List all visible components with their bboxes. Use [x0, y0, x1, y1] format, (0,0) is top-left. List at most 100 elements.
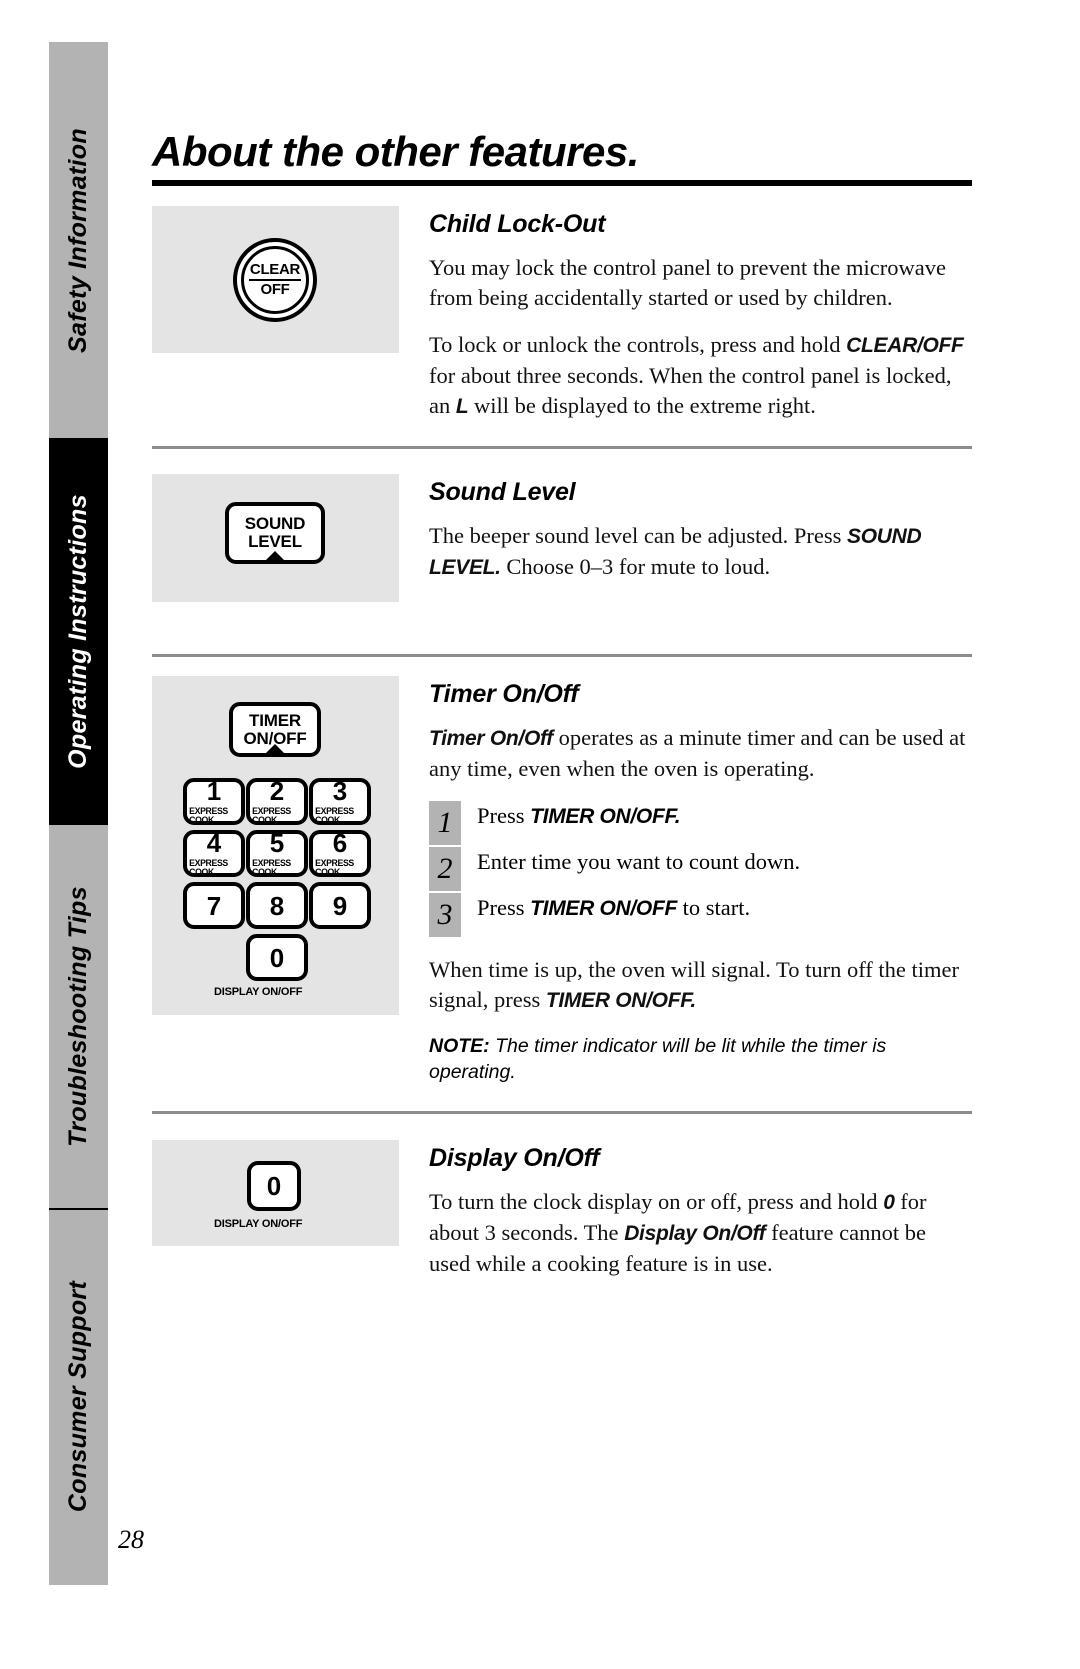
display-paragraph-1: To turn the clock display on or off, pre… [429, 1187, 972, 1279]
key-number: 1 [206, 775, 222, 806]
section-divider-1 [152, 446, 972, 449]
key-sublabel: EXPRESS COOK [189, 857, 228, 878]
section-heading: Sound Level [429, 478, 576, 506]
section-heading: Display On/Off [429, 1144, 600, 1172]
sound-label: SOUND [244, 514, 306, 534]
timer-on-off-button-icon: TIMER ON/OFF [229, 702, 321, 757]
text-fragment: Enter time you want to count down. [477, 849, 801, 874]
timer-after-paragraph: When time is up, the oven will signal. T… [429, 955, 972, 1016]
step-item: 2 Enter time you want to count down. [429, 847, 972, 891]
sidebar-tab-label: Consumer Support [64, 1280, 93, 1513]
clear-label: CLEAR [248, 262, 302, 281]
text-fragment: Choose 0–3 for mute to loud. [500, 554, 771, 579]
text-fragment: To turn the clock display on or off, pre… [429, 1189, 884, 1214]
sidebar-tab-troubleshooting-tips[interactable]: Troubleshooting Tips [49, 825, 108, 1208]
key-number: 9 [332, 890, 348, 921]
keypad-key-0: 0 [246, 934, 308, 981]
keypad-key-8: 8 [246, 882, 308, 929]
button-reference-timer-on-off: Timer On/Off [429, 727, 553, 750]
step-number: 3 [429, 893, 461, 937]
sidebar-tab-safety-information[interactable]: Safety Information [49, 42, 108, 438]
timer-steps-list: 1 Press TIMER ON/OFF. 2 Enter time you w… [429, 801, 972, 937]
button-reference-timer-on-off: TIMER ON/OFF. [545, 989, 696, 1012]
sidebar-tabs: Safety Information Operating Instruction… [49, 42, 108, 1585]
step-number: 1 [429, 801, 461, 845]
key-number: 8 [269, 890, 285, 921]
step-item: 3 Press TIMER ON/OFF to start. [429, 893, 972, 937]
text-fragment: The beeper sound level can be adjusted. … [429, 523, 847, 548]
key-sublabel: EXPRESS COOK [252, 805, 291, 826]
display-on-off-artwork: 0 DISPLAY ON/OFF [152, 1140, 399, 1246]
triangle-notch-icon [262, 744, 288, 757]
key-number: 5 [269, 827, 285, 858]
display-zero-key-icon: 0 [247, 1161, 301, 1211]
note-label: NOTE: [429, 1035, 490, 1057]
button-reference-zero: 0 [883, 1191, 895, 1214]
section-divider-2 [152, 654, 972, 657]
sound-level-button-icon: SOUND LEVEL [225, 502, 325, 564]
key-number: 0 [269, 942, 285, 973]
off-label: OFF [260, 281, 290, 298]
child-lock-paragraph-2: To lock or unlock the controls, press an… [429, 330, 972, 422]
keypad-key-9: 9 [309, 882, 371, 929]
display-on-off-text: Display On/Off To turn the clock display… [429, 1144, 972, 1279]
button-reference-clear-off: CLEAR/OFF [846, 334, 964, 357]
key-number: 0 [266, 1171, 282, 1201]
key-number: 6 [332, 827, 348, 858]
sound-level-text: Sound Level The beeper sound level can b… [429, 478, 972, 583]
child-lock-text: Child Lock-Out You may lock the control … [429, 210, 972, 422]
note-text: The timer indicator will be lit while th… [429, 1035, 887, 1083]
page-content: About the other features. CLEAR OFF Chil… [152, 0, 972, 1669]
sound-level-paragraph-1: The beeper sound level can be adjusted. … [429, 521, 972, 583]
page-number: 28 [118, 1525, 144, 1554]
button-reference-timer-on-off: TIMER ON/OFF [530, 897, 678, 920]
key-number: 3 [332, 775, 348, 806]
child-lock-paragraph-1: You may lock the control panel to preven… [429, 255, 946, 310]
sidebar-tab-label: Troubleshooting Tips [64, 886, 93, 1147]
key-number: 4 [206, 827, 222, 858]
timer-intro-paragraph: Timer On/Off operates as a minute timer … [429, 723, 972, 784]
sidebar-tab-label: Operating Instructions [64, 494, 92, 769]
text-fragment: To lock or unlock the controls, press an… [429, 332, 847, 357]
key-number: 2 [269, 775, 285, 806]
section-divider-3 [152, 1111, 972, 1114]
step-item: 1 Press TIMER ON/OFF. [429, 801, 972, 845]
display-on-off-caption: DISPLAY ON/OFF [214, 1218, 303, 1230]
text-fragment: Press [477, 895, 531, 920]
clear-off-button-icon: CLEAR OFF [233, 238, 317, 322]
section-heading: Timer On/Off [429, 680, 579, 708]
timer-label: TIMER [249, 710, 301, 730]
keypad-key-4: 4 EXPRESS COOK [183, 830, 245, 877]
timer-note: NOTE: The timer indicator will be lit wh… [429, 1033, 972, 1085]
keypad-key-3: 3 EXPRESS COOK [309, 778, 371, 825]
step-text: Enter time you want to count down. [477, 845, 800, 874]
key-sublabel: EXPRESS COOK [315, 857, 354, 878]
text-fragment: Press [477, 803, 531, 828]
triangle-notch-icon [262, 551, 288, 564]
page-title: About the other features. [152, 128, 639, 175]
timer-keypad-artwork: TIMER ON/OFF 1 EXPRESS COOK 2 EXPRESS CO… [152, 676, 399, 1015]
key-sublabel: EXPRESS COOK [315, 805, 354, 826]
key-number: 7 [206, 890, 222, 921]
feature-reference-display-on-off: Display On/Off [624, 1222, 766, 1245]
level-label: LEVEL [248, 532, 302, 551]
timer-text: Timer On/Off Timer On/Off operates as a … [429, 680, 972, 1085]
text-fragment: to start. [677, 895, 751, 920]
keypad-key-6: 6 EXPRESS COOK [309, 830, 371, 877]
key-sublabel: EXPRESS COOK [189, 805, 228, 826]
child-lock-artwork: CLEAR OFF [152, 206, 399, 353]
keypad-key-1: 1 EXPRESS COOK [183, 778, 245, 825]
key-sublabel: EXPRESS COOK [252, 857, 291, 878]
step-text: Press TIMER ON/OFF to start. [477, 891, 750, 920]
section-heading: Child Lock-Out [429, 210, 606, 238]
sidebar-tab-label: Safety Information [64, 127, 92, 353]
title-divider [152, 180, 972, 186]
sidebar-tab-operating-instructions[interactable]: Operating Instructions [49, 438, 108, 825]
sidebar-tab-consumer-support[interactable]: Consumer Support [49, 1208, 108, 1585]
step-text: Press TIMER ON/OFF. [477, 799, 681, 828]
step-number: 2 [429, 847, 461, 891]
text-fragment: will be displayed to the extreme right. [468, 393, 816, 418]
button-reference-timer-on-off: TIMER ON/OFF. [530, 805, 681, 828]
keypad-key-7: 7 [183, 882, 245, 929]
keypad-key-2: 2 EXPRESS COOK [246, 778, 308, 825]
